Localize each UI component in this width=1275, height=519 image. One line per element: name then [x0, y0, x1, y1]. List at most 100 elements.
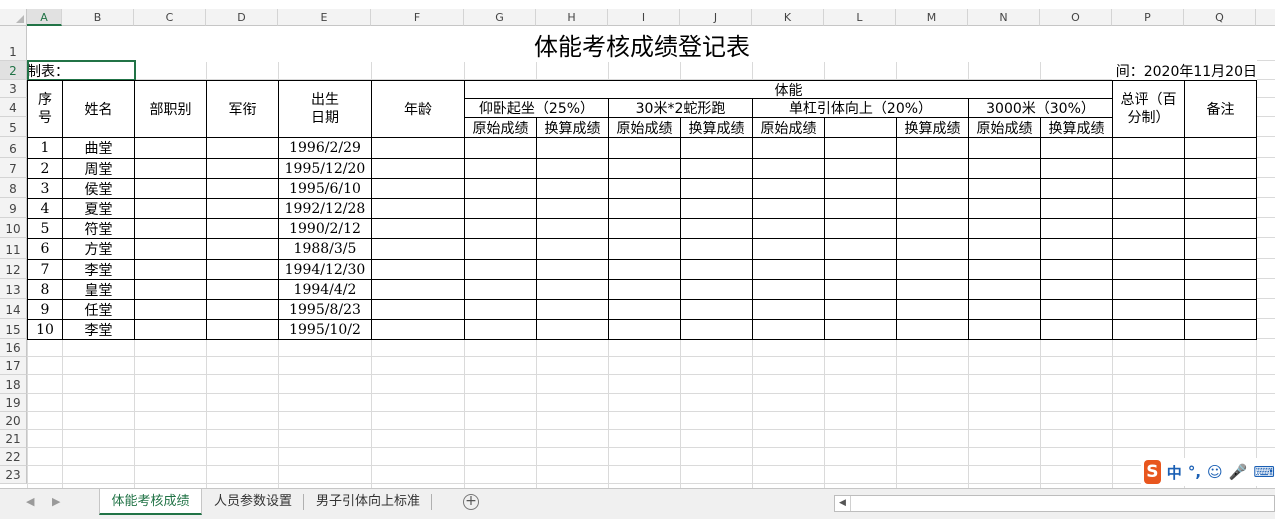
birth-cell[interactable]: 1992/12/28 [278, 198, 372, 219]
data-cell[interactable] [536, 178, 609, 199]
data-cell[interactable] [968, 198, 1041, 219]
data-cell[interactable] [1112, 137, 1185, 159]
data-cell[interactable] [680, 198, 753, 219]
subheader-empty[interactable] [824, 117, 897, 138]
name-cell[interactable]: 皇堂 [62, 279, 135, 300]
header-rank[interactable]: 军衔 [206, 80, 279, 138]
name-cell[interactable]: 方堂 [62, 238, 135, 260]
birth-cell[interactable]: 1995/12/20 [278, 158, 372, 179]
data-cell[interactable] [1040, 218, 1113, 239]
data-cell[interactable] [680, 238, 753, 260]
data-cell[interactable] [824, 158, 897, 179]
header-total[interactable]: 总评（百 分制） [1112, 80, 1185, 138]
header-remark[interactable]: 备注 [1184, 80, 1257, 138]
header-3000m[interactable]: 3000米（30%） [968, 98, 1113, 118]
data-cell[interactable] [608, 158, 681, 179]
tab-pullup-standard[interactable]: 男子引体向上标准 [306, 489, 430, 515]
header-situp[interactable]: 仰卧起坐（25%） [464, 98, 609, 118]
name-cell[interactable]: 曲堂 [62, 137, 135, 159]
data-cell[interactable] [680, 137, 753, 159]
birth-cell[interactable]: 1990/2/12 [278, 218, 372, 239]
name-cell[interactable]: 符堂 [62, 218, 135, 239]
data-cell[interactable] [680, 158, 753, 179]
data-cell[interactable] [896, 158, 969, 179]
data-cell[interactable] [896, 299, 969, 320]
data-cell[interactable] [1184, 299, 1257, 320]
seq-cell[interactable]: 4 [27, 198, 63, 219]
ime-punct-indicator[interactable]: °, [1188, 463, 1201, 481]
data-cell[interactable] [464, 218, 537, 239]
data-cell[interactable] [464, 158, 537, 179]
data-cell[interactable] [206, 319, 279, 340]
data-cell[interactable] [371, 198, 465, 219]
data-cell[interactable] [608, 178, 681, 199]
sheet-title[interactable]: 体能考核成绩登记表 [27, 26, 1257, 62]
data-cell[interactable] [134, 259, 207, 280]
data-cell[interactable] [206, 299, 279, 320]
seq-cell[interactable]: 8 [27, 279, 63, 300]
data-cell[interactable] [608, 238, 681, 260]
data-cell[interactable] [371, 279, 465, 300]
data-cell[interactable] [824, 218, 897, 239]
data-cell[interactable] [896, 279, 969, 300]
subheader-conv[interactable]: 换算成绩 [1040, 117, 1113, 138]
header-name[interactable]: 姓名 [62, 80, 135, 138]
data-cell[interactable] [968, 158, 1041, 179]
data-cell[interactable] [536, 137, 609, 159]
data-cell[interactable] [1040, 198, 1113, 219]
seq-cell[interactable]: 5 [27, 218, 63, 239]
data-cell[interactable] [824, 299, 897, 320]
data-cell[interactable] [608, 218, 681, 239]
data-cell[interactable] [536, 198, 609, 219]
name-cell[interactable]: 李堂 [62, 319, 135, 340]
data-cell[interactable] [536, 158, 609, 179]
data-cell[interactable] [968, 218, 1041, 239]
data-cell[interactable] [371, 218, 465, 239]
data-cell[interactable] [608, 299, 681, 320]
keyboard-icon[interactable]: ⌨ [1253, 463, 1275, 481]
subheader-raw[interactable]: 原始成绩 [464, 117, 537, 138]
data-cell[interactable] [536, 319, 609, 340]
data-cell[interactable] [1184, 178, 1257, 199]
subheader-conv[interactable]: 换算成绩 [680, 117, 753, 138]
data-cell[interactable] [680, 279, 753, 300]
sogou-logo-icon[interactable]: S [1144, 460, 1161, 484]
data-cell[interactable] [896, 218, 969, 239]
data-cell[interactable] [1112, 279, 1185, 300]
data-cell[interactable] [1184, 198, 1257, 219]
data-cell[interactable] [1040, 158, 1113, 179]
tab-scroll-left-icon[interactable]: ◀ [26, 495, 34, 508]
data-cell[interactable] [824, 279, 897, 300]
data-cell[interactable] [1184, 218, 1257, 239]
data-cell[interactable] [968, 299, 1041, 320]
data-cell[interactable] [752, 299, 825, 320]
header-fitness[interactable]: 体能 [464, 80, 1113, 99]
data-cell[interactable] [536, 259, 609, 280]
scroll-left-icon[interactable]: ◀ [835, 496, 851, 511]
name-cell[interactable]: 李堂 [62, 259, 135, 280]
tab-scroll-right-icon[interactable]: ▶ [52, 495, 60, 508]
data-cell[interactable] [608, 279, 681, 300]
data-cell[interactable] [464, 198, 537, 219]
data-cell[interactable] [1112, 178, 1185, 199]
data-cell[interactable] [134, 218, 207, 239]
data-cell[interactable] [1184, 238, 1257, 260]
ime-lang-indicator[interactable]: 中 [1167, 462, 1182, 483]
birth-cell[interactable]: 1995/10/2 [278, 319, 372, 340]
data-cell[interactable] [371, 319, 465, 340]
subheader-conv[interactable]: 换算成绩 [896, 117, 969, 138]
data-cell[interactable] [1112, 299, 1185, 320]
data-cell[interactable] [1112, 158, 1185, 179]
name-cell[interactable]: 周堂 [62, 158, 135, 179]
data-cell[interactable] [752, 158, 825, 179]
data-cell[interactable] [680, 299, 753, 320]
data-cell[interactable] [896, 198, 969, 219]
data-cell[interactable] [371, 259, 465, 280]
date-cell[interactable]: 间：2020年11月20日 [1112, 61, 1257, 81]
data-cell[interactable] [896, 259, 969, 280]
data-cell[interactable] [680, 319, 753, 340]
data-cell[interactable] [896, 238, 969, 260]
seq-cell[interactable]: 7 [27, 259, 63, 280]
data-cell[interactable] [752, 319, 825, 340]
name-cell[interactable]: 任堂 [62, 299, 135, 320]
